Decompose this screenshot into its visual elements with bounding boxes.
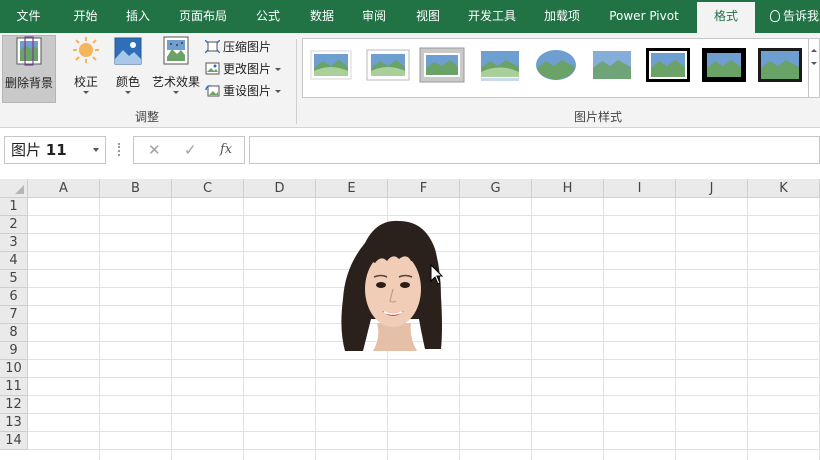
picture-style-thumbnail[interactable] [701,47,747,83]
row-header[interactable]: 5 [0,270,28,288]
picture-style-thumbnail[interactable] [477,47,523,83]
formula-buttons: ✕ ✓ fx [133,136,245,164]
compress-pictures-label: 压缩图片 [223,40,272,54]
formula-input[interactable] [249,136,820,164]
picture-style-thumbnail[interactable] [419,47,465,83]
column-header[interactable]: F [388,179,460,198]
row-header[interactable]: 14 [0,432,28,450]
reset-picture-icon [205,85,220,97]
chevron-down-icon [173,91,179,94]
reset-picture-button[interactable]: 重设图片 [205,81,282,101]
tab-review[interactable]: 审阅 [350,0,398,33]
gallery-scrollbar[interactable] [808,38,820,98]
tab-home[interactable]: 开始 [57,0,114,33]
remove-background-icon [16,36,42,66]
picture-style-thumbnail[interactable] [589,47,635,83]
chevron-down-icon [275,90,282,93]
tab-developer[interactable]: 开发工具 [462,0,522,33]
formula-bar: 图片 11 ✕ ✓ fx [0,128,820,179]
formula-bar-grip[interactable] [118,143,120,156]
chevron-down-icon [125,91,131,94]
column-header[interactable]: G [460,179,532,198]
corrections-button[interactable]: 校正 [66,35,106,94]
picture-style-thumbnail[interactable] [309,47,355,83]
change-picture-label: 更改图片 [223,62,272,76]
picture-style-thumbnail[interactable] [533,47,579,83]
mouse-cursor-icon [430,264,444,285]
column-header[interactable]: B [100,179,172,198]
enter-icon[interactable]: ✓ [184,141,197,159]
artistic-effects-button[interactable]: 艺术效果 [150,35,202,94]
ribbon-tab-bar: 文件 开始 插入 页面布局 公式 数据 审阅 视图 开发工具 加载项 Power… [0,0,820,33]
worksheet-grid: A B C D E F G H I J K 1 2 3 4 5 6 7 8 9 … [0,179,820,460]
row-header[interactable]: 13 [0,414,28,432]
row-header[interactable]: 4 [0,252,28,270]
name-box[interactable]: 图片 11 [4,136,106,164]
tell-me-search[interactable]: 告诉我 [770,0,819,33]
tab-data[interactable]: 数据 [298,0,346,33]
tab-addins[interactable]: 加载项 [535,0,589,33]
column-header[interactable]: J [676,179,748,198]
group-label-adjust: 调整 [135,110,160,124]
compress-icon [205,40,220,53]
name-box-prefix: 图片 [11,141,42,159]
chevron-down-icon [275,68,282,71]
name-box-number: 11 [45,141,67,159]
chevron-down-icon[interactable] [811,62,817,65]
corrections-label: 校正 [73,75,98,89]
column-header[interactable]: I [604,179,676,198]
tab-format[interactable]: 格式 [697,2,755,33]
cancel-icon[interactable]: ✕ [148,141,161,159]
picture-styles-gallery [302,38,810,98]
row-header[interactable]: 2 [0,216,28,234]
chevron-down-icon [83,91,89,94]
lightbulb-icon [770,10,780,22]
tab-page-layout[interactable]: 页面布局 [170,0,236,33]
compress-pictures-button[interactable]: 压缩图片 [205,37,271,57]
color-label: 颜色 [115,75,140,89]
tab-insert[interactable]: 插入 [114,0,162,33]
change-picture-icon [205,62,220,75]
artistic-effects-icon [163,36,189,65]
select-all-button[interactable] [0,179,28,198]
row-header[interactable]: 3 [0,234,28,252]
chevron-up-icon[interactable] [811,49,817,52]
row-header[interactable]: 6 [0,288,28,306]
tab-power-pivot[interactable]: Power Pivot [604,0,684,33]
column-header[interactable]: C [172,179,244,198]
remove-background-button[interactable]: 删除背景 [2,35,56,103]
column-header[interactable]: K [748,179,820,198]
ribbon-format: 删除背景 校正 颜色 艺术效果 压缩图片 更改图片 重设图片 调整 图片样式 [0,33,820,128]
picture-style-thumbnail[interactable] [757,47,803,83]
color-button[interactable]: 颜色 [110,35,146,94]
column-header[interactable]: H [532,179,604,198]
column-header[interactable]: D [244,179,316,198]
picture-style-thumbnail[interactable] [645,47,691,83]
picture-style-thumbnail[interactable] [365,47,411,83]
reset-picture-label: 重设图片 [223,84,272,98]
corrections-icon [73,37,99,63]
column-header[interactable]: A [28,179,100,198]
row-header[interactable]: 8 [0,324,28,342]
color-icon [114,37,142,65]
row-header[interactable]: 7 [0,306,28,324]
column-header[interactable]: E [316,179,388,198]
row-header[interactable]: 9 [0,342,28,360]
insert-function-icon[interactable]: fx [220,142,232,157]
artistic-effects-label: 艺术效果 [151,75,200,89]
tab-file[interactable]: 文件 [0,0,57,33]
portrait-picture[interactable] [337,219,449,354]
tab-formulas[interactable]: 公式 [244,0,292,33]
chevron-down-icon[interactable] [93,148,99,152]
tell-me-label: 告诉我 [783,9,820,23]
row-header[interactable]: 1 [0,198,28,216]
group-separator [296,39,297,124]
tab-view[interactable]: 视图 [404,0,452,33]
group-label-picture-styles: 图片样式 [574,110,623,124]
change-picture-button[interactable]: 更改图片 [205,59,282,79]
remove-background-label: 删除背景 [4,76,53,90]
row-header[interactable]: 10 [0,360,28,378]
row-header[interactable]: 11 [0,378,28,396]
row-header[interactable]: 12 [0,396,28,414]
